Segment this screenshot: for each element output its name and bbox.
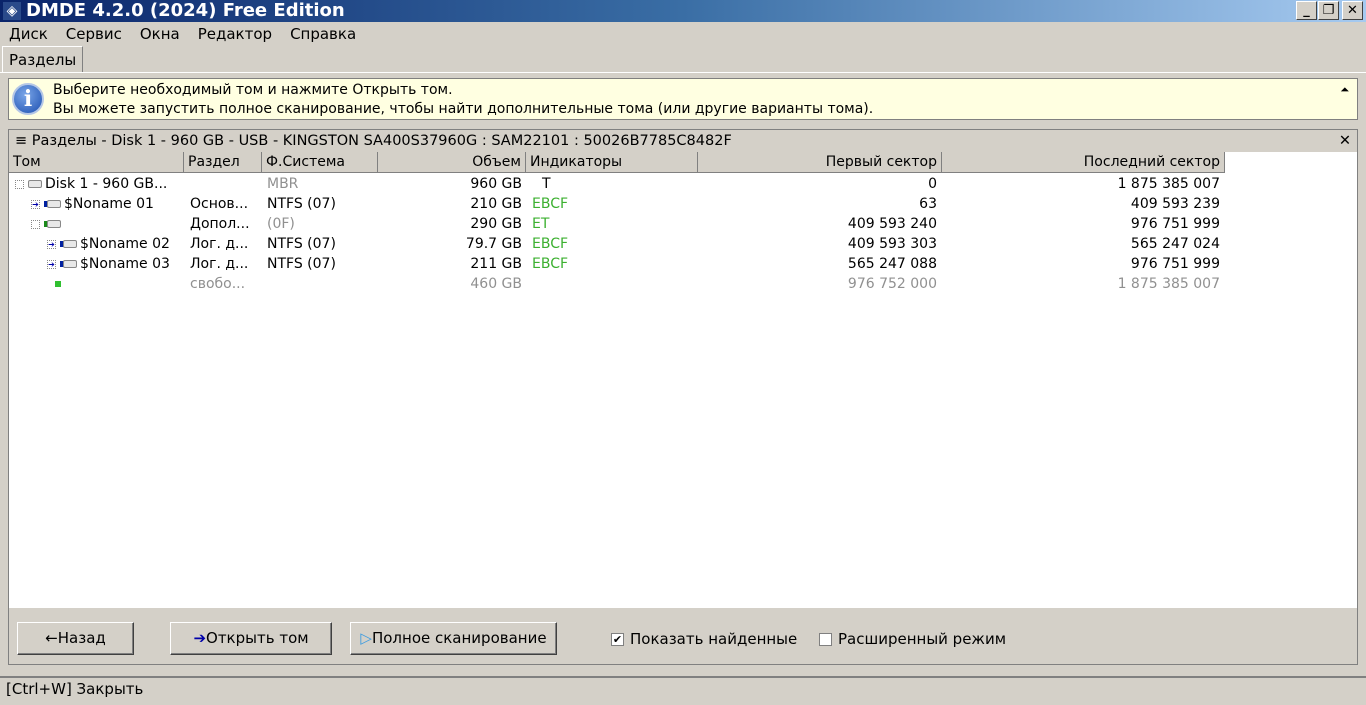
free-space-icon [55, 281, 61, 287]
table-row[interactable]: ➔ $Noname 01 [31, 194, 154, 214]
partition-cell: Допол... [190, 216, 250, 232]
indicators-cell [532, 274, 692, 294]
partition-cell: Лог. д... [190, 256, 249, 272]
filesystem-cell: (0F) [267, 216, 295, 232]
table-row[interactable] [31, 274, 61, 294]
open-volume-button[interactable]: ➔Открыть том [170, 622, 332, 655]
checkbox-checked[interactable]: ✔ [611, 632, 624, 646]
partition-cell: Основ... [190, 196, 249, 212]
table-row[interactable] [31, 214, 64, 234]
menu-disk[interactable]: Диск [0, 23, 57, 45]
last-sector-cell: 565 247 024 [1130, 236, 1220, 252]
info-banner: i Выберите необходимый том и нажмите Отк… [8, 78, 1358, 120]
show-found-checkbox[interactable]: ✔ Показать найденные [611, 631, 797, 647]
panel-close-icon[interactable]: ✕ [1339, 130, 1351, 152]
drive-icon [63, 240, 77, 248]
col-volume[interactable]: Том [9, 152, 184, 173]
col-partition[interactable]: Раздел [184, 152, 262, 173]
menu-editor[interactable]: Редактор [189, 23, 281, 45]
size-cell: 290 GB [470, 216, 522, 232]
info-icon: i [12, 83, 44, 115]
filesystem-cell: NTFS (07) [267, 256, 336, 272]
partition-cell [190, 174, 266, 194]
size-cell: 79.7 GB [465, 236, 522, 252]
first-sector-cell: 565 247 088 [847, 256, 937, 272]
partition-cell: свобо... [190, 276, 246, 292]
last-sector-cell: 976 751 999 [1130, 256, 1220, 272]
advanced-mode-checkbox[interactable]: Расширенный режим [819, 631, 1006, 647]
minimize-button[interactable]: _ [1296, 1, 1317, 20]
menu-windows[interactable]: Окна [131, 23, 189, 45]
filesystem-cell: NTFS (07) [267, 196, 336, 212]
window-title: DMDE 4.2.0 (2024) Free Edition [26, 0, 345, 21]
open-arrow-icon[interactable]: ➔ [47, 239, 56, 249]
open-arrow-icon[interactable]: ➔ [47, 259, 56, 269]
open-arrow-icon[interactable]: ➔ [31, 199, 40, 209]
col-first-sector[interactable]: Первый сектор [698, 152, 942, 173]
indicators-cell: EBCF [532, 256, 569, 272]
drive-icon [28, 180, 42, 188]
first-sector-cell: 0 [928, 176, 937, 192]
partitions-table: Том Раздел Ф.Система Объем Индикаторы Пе… [9, 152, 1357, 608]
last-sector-cell: 409 593 239 [1130, 196, 1220, 212]
checkbox-icon[interactable] [15, 179, 24, 189]
filesystem-cell [267, 274, 377, 294]
arrow-right-icon: ➔ [193, 629, 207, 647]
menu-bar: Диск Сервис Окна Редактор Справка [0, 23, 365, 45]
collapse-icon[interactable]: ⏶ [1340, 83, 1349, 97]
size-cell: 960 GB [470, 176, 522, 192]
arrow-left-icon: ← [45, 629, 58, 647]
panel-menu-icon[interactable]: ≡ [15, 133, 27, 149]
indicators-cell: ET [532, 216, 550, 232]
col-filesystem[interactable]: Ф.Система [262, 152, 378, 173]
first-sector-cell: 976 752 000 [847, 276, 937, 292]
close-button[interactable]: ✕ [1342, 1, 1363, 20]
drive-icon [47, 200, 61, 208]
first-sector-cell: 409 593 240 [847, 216, 937, 232]
info-line-2: Вы можете запустить полное сканирование,… [53, 101, 874, 117]
size-cell: 210 GB [470, 196, 522, 212]
drive-icon [47, 220, 61, 228]
last-sector-cell: 1 875 385 007 [1117, 176, 1220, 192]
filesystem-cell: NTFS (07) [267, 236, 336, 252]
indicators-cell: EBCF [532, 196, 569, 212]
first-sector-cell: 409 593 303 [847, 236, 937, 252]
panel-title: Разделы - Disk 1 - 960 GB - USB - KINGST… [31, 133, 732, 149]
drive-icon [63, 260, 77, 268]
col-indicators[interactable]: Индикаторы [526, 152, 698, 173]
tab-partitions[interactable]: Разделы [2, 46, 84, 72]
table-row[interactable]: ➔ $Noname 02 [47, 234, 170, 254]
table-row[interactable]: Disk 1 - 960 GB... [15, 174, 167, 194]
last-sector-cell: 1 875 385 007 [1117, 276, 1220, 292]
first-sector-cell: 63 [919, 196, 937, 212]
status-bar: [Ctrl+W] Закрыть [0, 676, 1366, 700]
col-size[interactable]: Объем [378, 152, 526, 173]
col-last-sector[interactable]: Последний сектор [942, 152, 1225, 173]
checkbox-unchecked[interactable] [819, 632, 832, 646]
info-line-1: Выберите необходимый том и нажмите Откры… [53, 82, 453, 98]
menu-service[interactable]: Сервис [57, 23, 131, 45]
back-button[interactable]: ←Назад [17, 622, 134, 655]
panel-header: ≡ Разделы - Disk 1 - 960 GB - USB - KING… [9, 130, 1357, 152]
table-row[interactable]: ➔ $Noname 03 [47, 254, 170, 274]
app-icon: ◈ [3, 2, 21, 20]
partitions-panel: ≡ Разделы - Disk 1 - 960 GB - USB - KING… [8, 129, 1358, 665]
size-cell: 211 GB [470, 256, 522, 272]
indicators-cell: T [542, 176, 551, 192]
restore-button[interactable]: ❐ [1318, 1, 1339, 20]
checkbox-icon[interactable] [31, 219, 40, 229]
indicators-cell: EBCF [532, 236, 569, 252]
size-cell: 460 GB [470, 276, 522, 292]
filesystem-cell: MBR [267, 176, 299, 192]
full-scan-button[interactable]: ▷Полное сканирование [350, 622, 557, 655]
last-sector-cell: 976 751 999 [1130, 216, 1220, 232]
play-icon: ▷ [360, 629, 372, 647]
divider [0, 72, 1366, 74]
partition-cell: Лог. д... [190, 236, 249, 252]
title-bar: ◈ DMDE 4.2.0 (2024) Free Edition _ ❐ ✕ [0, 0, 1366, 22]
menu-help[interactable]: Справка [281, 23, 365, 45]
